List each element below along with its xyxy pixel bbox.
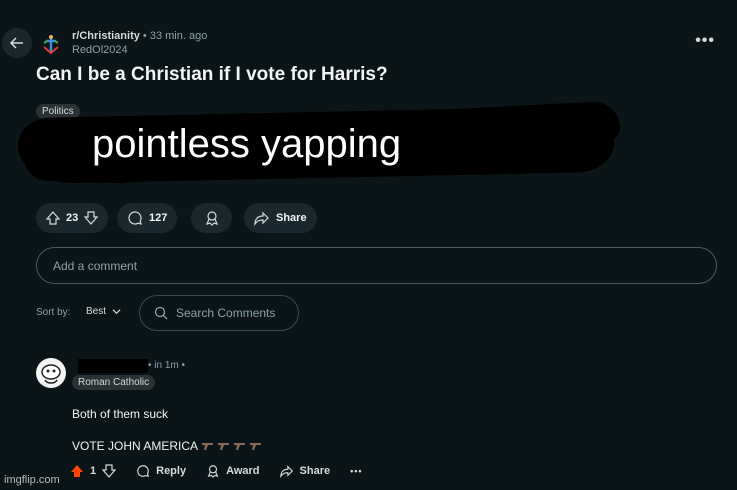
sort-label: Sort by: [36, 307, 71, 318]
pistol-emoji-icon [218, 443, 230, 450]
comments-button[interactable]: 127 [117, 203, 178, 233]
subreddit-header[interactable]: r/Christianity • 33 min. ago [72, 30, 207, 42]
comment-actions: 1 Reply Award Share ••• [70, 464, 371, 478]
search-comments-placeholder: Search Comments [176, 306, 276, 320]
add-comment-placeholder: Add a comment [53, 258, 138, 273]
commenter-name-redacted [78, 359, 148, 373]
comment-award-button[interactable]: Award [198, 464, 267, 478]
post-title: Can I be a Christian if I vote for Harri… [36, 64, 388, 85]
downvote-icon[interactable] [102, 464, 117, 478]
share-button[interactable]: Share [244, 203, 317, 233]
downvote-icon[interactable] [84, 211, 99, 225]
comment-vote-count: 1 [90, 465, 97, 477]
award-icon [207, 465, 219, 478]
comment-vote-control: 1 [70, 464, 124, 478]
upvote-icon[interactable] [46, 211, 60, 225]
back-button[interactable] [2, 28, 32, 58]
imgflip-watermark: imgflip.com [4, 474, 60, 486]
search-icon [154, 306, 168, 320]
post-time: • 33 min. ago [142, 30, 208, 42]
comment-more-button[interactable]: ••• [342, 466, 370, 476]
sort-value: Best [86, 306, 107, 317]
arrow-left-icon [9, 37, 23, 49]
comment-time: • in 1m • [148, 360, 186, 371]
subreddit-name[interactable]: r/Christianity [72, 30, 140, 42]
overlay-caption: pointless yapping [92, 122, 402, 166]
share-icon [279, 465, 293, 478]
award-label: Award [226, 465, 260, 477]
comment-icon [137, 465, 150, 478]
share-label: Share [299, 465, 331, 477]
pistol-emoji-icon [202, 443, 214, 450]
commenter-flair: Roman Catholic [72, 375, 156, 390]
comment-text-line: VOTE JOHN AMERICA [72, 439, 262, 453]
more-options-icon: ••• [350, 466, 363, 476]
comment-share-button[interactable]: Share [272, 464, 339, 478]
add-comment-input[interactable]: Add a comment [36, 247, 717, 284]
sort-dropdown[interactable]: Best [86, 306, 121, 317]
upvote-filled-icon[interactable] [70, 464, 84, 478]
commenter-avatar[interactable] [36, 358, 66, 388]
vote-control: 23 [36, 203, 109, 233]
subreddit-icon[interactable] [40, 33, 62, 55]
pistol-emoji-icon [250, 443, 262, 450]
comment-icon [128, 211, 142, 225]
award-icon [205, 211, 218, 226]
award-button[interactable] [191, 203, 232, 233]
search-comments-input[interactable]: Search Comments [139, 295, 299, 331]
share-icon [254, 211, 269, 226]
vote-count: 23 [66, 212, 79, 224]
chevron-down-icon [112, 309, 121, 315]
comment-text: VOTE JOHN AMERICA [72, 439, 199, 453]
comment-count: 127 [149, 212, 168, 224]
reply-label: Reply [156, 465, 187, 477]
pistol-emoji-icon [234, 443, 246, 450]
post-author[interactable]: RedOl2024 [72, 44, 128, 56]
christianity-logo-icon [43, 35, 59, 55]
reply-button[interactable]: Reply [128, 464, 194, 478]
share-label: Share [276, 212, 307, 224]
more-options-icon[interactable]: ••• [695, 32, 715, 50]
comment-text-line: Both of them suck [72, 407, 169, 421]
snoo-avatar-icon [37, 359, 65, 387]
